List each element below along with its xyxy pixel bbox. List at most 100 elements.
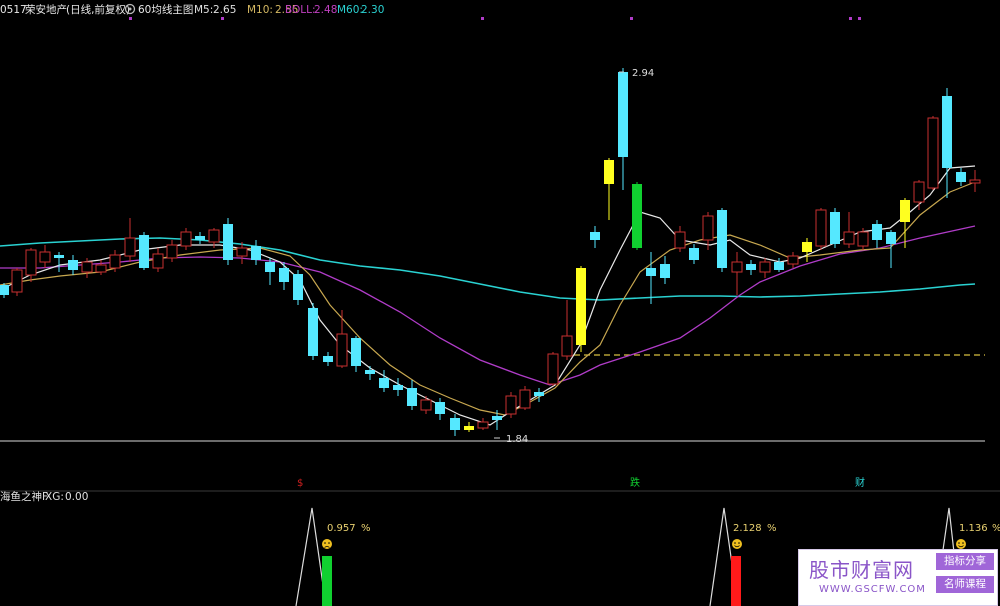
sad-face-icon: [322, 539, 332, 549]
candle-body: [124, 237, 136, 257]
low-price-marker: 1.84: [494, 434, 528, 445]
candle-body: [293, 274, 303, 300]
candlestick[interactable]: [774, 258, 784, 272]
m60-value: 2.30: [361, 4, 384, 16]
candlestick[interactable]: [39, 245, 51, 268]
candlestick[interactable]: [293, 270, 303, 305]
candlestick[interactable]: [223, 218, 233, 265]
candlestick[interactable]: [336, 310, 348, 368]
xg-value: 0.00: [65, 491, 88, 503]
candlestick[interactable]: [323, 352, 333, 366]
xg-label: XG:: [45, 491, 64, 503]
candlestick[interactable]: [0, 283, 9, 298]
candlestick[interactable]: [815, 208, 827, 250]
candlestick[interactable]: [139, 232, 149, 270]
candlestick[interactable]: [505, 392, 517, 418]
candle-body: [208, 229, 220, 243]
candle-body: [534, 392, 544, 396]
candlestick[interactable]: [265, 258, 275, 285]
candlestick[interactable]: [124, 218, 136, 262]
candle-body: [660, 264, 670, 278]
candle-body: [872, 224, 882, 240]
candle-body: [236, 247, 248, 257]
candlestick[interactable]: [561, 300, 573, 360]
candle-body: [81, 261, 93, 273]
candlestick[interactable]: [618, 68, 628, 190]
candlestick[interactable]: [351, 336, 361, 372]
candlestick[interactable]: [872, 220, 882, 248]
signal-2-unit: %: [767, 523, 777, 534]
candle-body: [927, 117, 939, 189]
candlestick[interactable]: [646, 252, 656, 304]
watermark-title: 股市财富网: [809, 558, 914, 582]
candle-body: [646, 268, 656, 276]
candle-body: [618, 72, 628, 157]
candlestick[interactable]: [787, 252, 799, 268]
candlestick[interactable]: [308, 303, 318, 360]
candle-body: [505, 395, 517, 415]
watermark-url: WWW.GSCFW.COM: [819, 584, 926, 595]
candlestick[interactable]: [632, 182, 642, 250]
candle-body: [109, 254, 121, 269]
candle-body: [139, 235, 149, 268]
candle-body: [265, 262, 275, 272]
candlestick[interactable]: [195, 232, 205, 244]
candlestick-series[interactable]: [0, 68, 981, 436]
signal-3-value: 1.136: [959, 523, 988, 534]
candlestick[interactable]: [576, 266, 586, 352]
candlestick[interactable]: [843, 212, 855, 248]
signal-1-bar: [322, 556, 332, 606]
candlestick[interactable]: [886, 230, 896, 268]
candlestick[interactable]: [674, 226, 686, 252]
candlestick[interactable]: [393, 378, 403, 396]
sub-indicator-title: 海鱼之神F: [0, 490, 48, 503]
watermark-tag-share: 指标分享: [936, 553, 994, 570]
candlestick[interactable]: [717, 208, 727, 272]
stock-chart-panel[interactable]: 0517 荣安地产 (日线,前复权) 60均线主图 M5: 2.65 M10: …: [0, 0, 1000, 606]
candle-body: [152, 253, 164, 269]
candlestick[interactable]: [913, 180, 925, 210]
candlestick[interactable]: [365, 366, 375, 380]
candlestick[interactable]: [689, 244, 699, 264]
candlestick[interactable]: [450, 414, 460, 436]
candlestick[interactable]: [660, 256, 670, 284]
candlestick[interactable]: [927, 116, 939, 190]
candlestick[interactable]: [407, 380, 417, 410]
candlestick[interactable]: [464, 422, 474, 432]
candle-body: [519, 389, 531, 409]
candlestick[interactable]: [152, 248, 164, 272]
boll-value: 2.48: [314, 4, 337, 16]
candlestick[interactable]: [435, 398, 445, 420]
candlestick[interactable]: [969, 170, 981, 192]
candlestick[interactable]: [279, 262, 289, 290]
candlestick[interactable]: [590, 226, 600, 248]
candlestick[interactable]: [166, 240, 178, 262]
candlestick[interactable]: [942, 88, 952, 198]
candlestick[interactable]: [68, 255, 78, 275]
candlestick[interactable]: [956, 168, 966, 186]
candle-body: [561, 335, 573, 357]
candle-body: [746, 264, 756, 270]
candle-body: [759, 261, 771, 273]
candlestick[interactable]: [251, 240, 261, 265]
signal-3-unit: %: [992, 523, 1000, 534]
candlestick[interactable]: [11, 268, 23, 296]
candlestick[interactable]: [180, 228, 192, 250]
candlestick[interactable]: [420, 396, 432, 414]
candlestick[interactable]: [54, 252, 64, 272]
candlestick[interactable]: [830, 208, 840, 248]
candle-body: [180, 231, 192, 247]
candlestick[interactable]: [547, 352, 559, 386]
candlestick[interactable]: [746, 260, 756, 275]
candle-body: [590, 232, 600, 240]
candlestick[interactable]: [802, 238, 812, 262]
candle-body: [632, 184, 642, 248]
candlestick[interactable]: [759, 258, 771, 278]
candlestick[interactable]: [477, 418, 489, 430]
candlestick[interactable]: [731, 252, 743, 295]
stock-code: 0517: [0, 4, 27, 16]
candlestick[interactable]: [534, 388, 544, 402]
candlestick[interactable]: [519, 386, 531, 410]
candle-body: [365, 370, 375, 374]
candlestick[interactable]: [604, 158, 614, 220]
